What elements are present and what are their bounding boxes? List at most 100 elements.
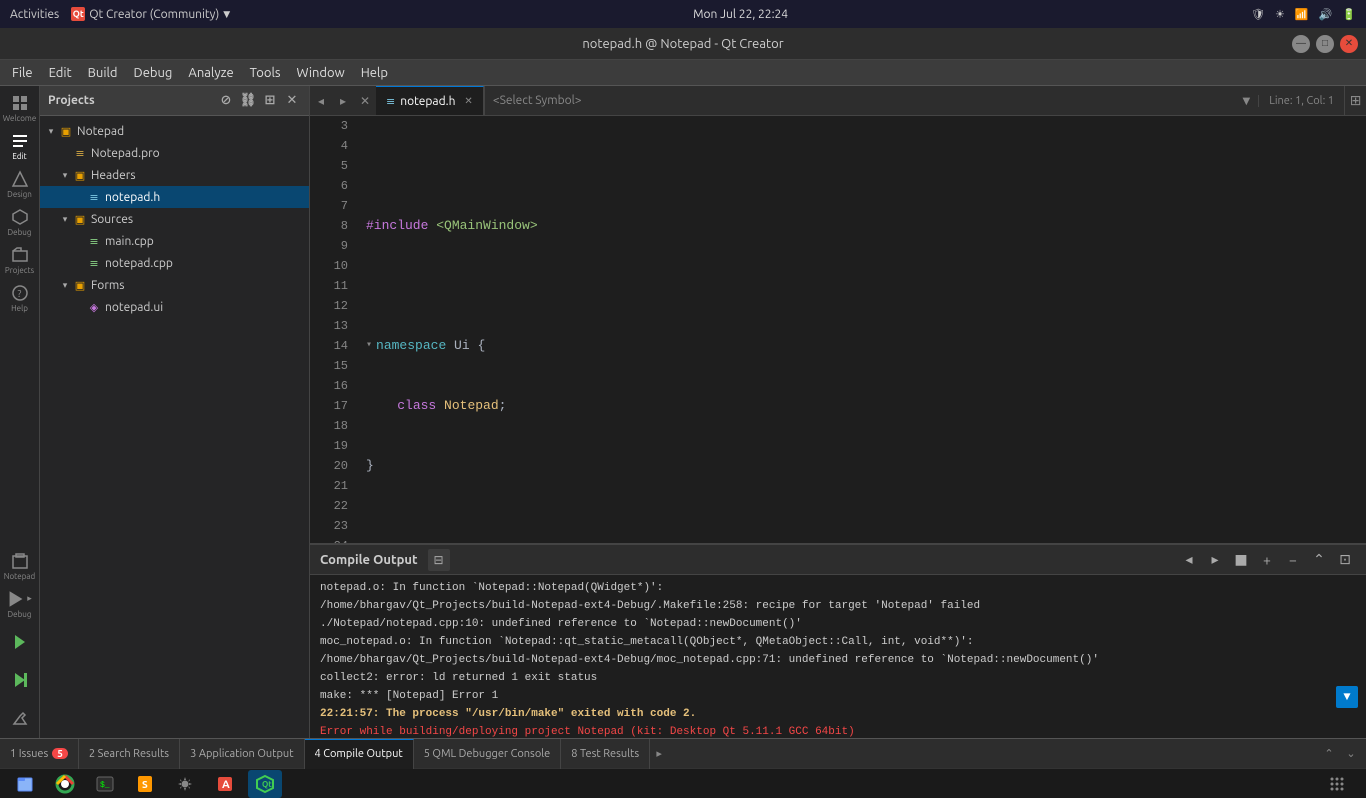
link-button[interactable]: ⛓ [239,92,257,110]
taskbar-app-grid[interactable] [1320,770,1354,798]
datetime-label: Mon Jul 22, 22:24 [693,8,788,21]
project-panel: Projects ⊘ ⛓ ⊞ ✕ ▾ ▣ Notepad ▸ ≡ Notepad… [40,86,310,738]
search-results-label: 2 Search Results [89,748,169,760]
menu-item-build[interactable]: Build [80,63,126,83]
tree-item-notepad-pro[interactable]: ▸ ≡ Notepad.pro [40,142,309,164]
tree-item-headers[interactable]: ▾ ▣ Headers [40,164,309,186]
more-tabs-button[interactable]: ▸ [650,739,668,769]
taskbar-app-qtcreator[interactable]: Qt [248,770,282,798]
taskbar-app-chrome[interactable] [48,770,82,798]
menu-item-analyze[interactable]: Analyze [180,63,241,83]
compile-remove-btn[interactable]: − [1282,549,1304,571]
taskbar-app-terminal[interactable]: $_ [88,770,122,798]
tab-close-others-button[interactable]: ✕ [354,86,376,116]
code-content[interactable]: #include <QMainWindow> ▾namespace Ui { c… [356,116,1366,543]
tab-test-results[interactable]: 8 Test Results [561,739,650,769]
system-bar-right: 🛡 ☀ 📶 🔊 🔋 [1251,8,1356,21]
ln-11: 11 [310,276,348,296]
ln-4: 4 [310,136,348,156]
tab-search-results[interactable]: 2 Search Results [79,739,180,769]
sidebar-item-edit[interactable]: Edit [2,128,38,164]
design-label: Design [7,190,32,199]
welcome-label: Welcome [3,114,37,123]
tab-close-button[interactable]: ✕ [464,95,472,107]
sidebar-item-welcome[interactable]: Welcome [2,90,38,126]
fold-6[interactable]: ▾ [366,336,372,356]
taskbar-app-settings[interactable] [168,770,202,798]
compile-collapse-btn[interactable]: ⌃ [1308,549,1330,571]
taskbar-app-aptstore[interactable]: A [208,770,242,798]
sidebar-item-debug-run[interactable]: ▸ Debug [2,586,38,622]
menu-item-file[interactable]: File [4,63,41,83]
filter-button[interactable]: ⊘ [217,92,235,110]
tree-item-notepad-root[interactable]: ▾ ▣ Notepad [40,120,309,142]
code-line-3 [366,156,1356,176]
taskbar-app-files[interactable] [8,770,42,798]
file-icon-notepad-pro: ≡ [72,145,88,161]
split-editor-button[interactable]: ⊞ [1344,86,1366,116]
sidebar-item-notepad-bottom[interactable]: Notepad [2,548,38,584]
compile-stop-btn[interactable]: ■ [1230,549,1252,571]
tab-issues[interactable]: 1 Issues 5 [0,739,79,769]
tab-compile-output[interactable]: 4 Compile Output [305,739,414,769]
dropdown-icon[interactable]: ▼ [223,9,230,20]
tree-item-main-cpp[interactable]: ▸ ≡ main.cpp [40,230,309,252]
compile-prev-btn[interactable]: ◂ [1178,549,1200,571]
tab-qml-debugger[interactable]: 5 QML Debugger Console [414,739,562,769]
main-layout: Welcome Edit Design Debug Projects ? Hel… [0,86,1366,738]
symbol-selector[interactable]: <Select Symbol> ▼ [484,86,1258,116]
app-indicator: Qt Qt Creator (Community) ▼ [71,7,230,21]
tree-label-notepad-cpp: notepad.cpp [105,257,173,270]
menu-item-window[interactable]: Window [289,63,353,83]
compile-stream-icon[interactable]: ⊟ [428,549,450,571]
tree-item-sources[interactable]: ▾ ▣ Sources [40,208,309,230]
window-controls: — □ ✕ [1292,35,1358,53]
bottom-tabs-list: 1 Issues 5 2 Search Results 3 Applicatio… [0,739,1320,769]
tab-next-button[interactable]: ▸ [332,86,354,116]
sidebar-item-debug[interactable]: Debug [2,204,38,240]
compile-line-4: moc_notepad.o: In function `Notepad::qt_… [320,633,1356,651]
tab-notepad-h[interactable]: ≡ notepad.h ✕ [376,86,484,116]
sidebar-item-hammer[interactable] [2,700,38,736]
compile-output-label: 4 Compile Output [315,748,403,760]
compile-detach-btn[interactable]: ⊡ [1334,549,1356,571]
tab-app-output[interactable]: 3 Application Output [180,739,304,769]
view-button[interactable]: ⊞ [261,92,279,110]
tree-item-forms[interactable]: ▾ ▣ Forms [40,274,309,296]
window-title: notepad.h @ Notepad - Qt Creator [582,37,783,51]
menu-item-help[interactable]: Help [353,63,396,83]
compile-body[interactable]: notepad.o: In function `Notepad::Notepad… [310,575,1366,738]
taskbar-app-sublime[interactable]: S [128,770,162,798]
sidebar-item-projects[interactable]: Projects [2,242,38,278]
compile-next-btn[interactable]: ▸ [1204,549,1226,571]
tab-file-icon: ≡ [386,95,395,108]
sidebar-item-build-run[interactable] [2,624,38,660]
compile-add-btn[interactable]: + [1256,549,1278,571]
code-editor[interactable]: 3 4 5 6 7 8 9 10 11 12 13 14 15 16 17 18 [310,116,1366,543]
sidebar-item-build-only[interactable] [2,662,38,698]
sidebar-item-help[interactable]: ? Help [2,280,38,316]
tree-item-notepad-h[interactable]: ▸ ≡ notepad.h [40,186,309,208]
menu-item-debug[interactable]: Debug [126,63,181,83]
tree-item-notepad-cpp[interactable]: ▸ ≡ notepad.cpp [40,252,309,274]
close-button[interactable]: ✕ [1340,35,1358,53]
sidebar-item-design[interactable]: Design [2,166,38,202]
menu-item-tools[interactable]: Tools [242,63,289,83]
tabs-scroll-down[interactable]: ⌄ [1342,745,1360,763]
compile-line-5: /home/bhargav/Qt_Projects/build-Notepad-… [320,651,1356,669]
symbol-selector-dropdown: ▼ [1243,95,1251,107]
tab-prev-button[interactable]: ◂ [310,86,332,116]
code-line-4: #include <QMainWindow> [366,216,1356,236]
folder-icon-forms: ▣ [72,277,88,293]
tree-arrow-headers: ▾ [58,168,72,182]
menu-item-edit[interactable]: Edit [41,63,80,83]
scroll-to-bottom-button[interactable]: ▼ [1336,686,1358,708]
maximize-button[interactable]: □ [1316,35,1334,53]
compile-panel: Compile Output ⊟ ◂ ▸ ■ + − ⌃ ⊡ notepad.o… [310,543,1366,738]
tabs-scroll-up[interactable]: ⌃ [1320,745,1338,763]
activities-label[interactable]: Activities [10,8,59,21]
tree-item-notepad-ui[interactable]: ▸ ◈ notepad.ui [40,296,309,318]
close-panel-button[interactable]: ✕ [283,92,301,110]
app-name-label: Qt Creator (Community) [89,8,219,21]
minimize-button[interactable]: — [1292,35,1310,53]
